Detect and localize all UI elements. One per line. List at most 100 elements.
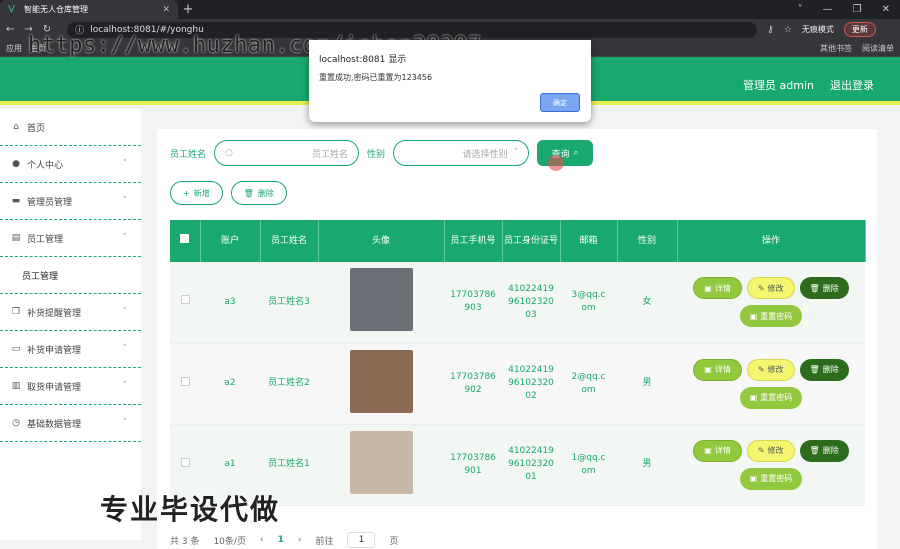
sidebar-item-pickup-request[interactable]: ▥ 取货申请管理 ˅ [0, 368, 141, 405]
cell-gender: 男 [617, 343, 677, 425]
sidebar-item-admin[interactable]: ▬ 管理员管理 ˅ [0, 183, 141, 220]
update-button[interactable]: 更新 [843, 22, 876, 37]
add-button[interactable]: + 新增 [170, 181, 223, 205]
key-icon[interactable]: ⚷ [767, 25, 774, 35]
clipboard-icon: ▤ [11, 233, 21, 243]
detail-button[interactable]: ▣ 详情 [693, 439, 742, 462]
restore-icon[interactable]: ❐ [853, 4, 862, 15]
gender-select[interactable]: 请选择性别 ˅ [393, 140, 530, 166]
detail-icon: ▣ [704, 365, 712, 374]
delete-label: 删除 [822, 446, 839, 455]
edit-icon: ✎ [757, 365, 765, 374]
chevron-down-icon: ˅ [122, 196, 128, 206]
bookmark-apps[interactable]: 应用 [6, 43, 22, 54]
sidebar-item-staff[interactable]: ▤ 员工管理 ˄ [0, 220, 141, 257]
search-icon: ○ [225, 148, 233, 158]
detail-button[interactable]: ▣ 详情 [693, 277, 742, 300]
chevron-down-icon: ˅ [122, 159, 128, 169]
avatar-image[interactable] [349, 349, 413, 413]
sidebar-item-home[interactable]: ⌂ 首页 [0, 109, 141, 146]
sidebar-item-profile[interactable]: ● 个人中心 ˅ [0, 146, 141, 183]
row-select-cell[interactable] [170, 262, 200, 344]
row-checkbox[interactable] [180, 295, 190, 305]
sidebar-item-base-data[interactable]: ◷ 基础数据管理 ˅ [0, 405, 141, 442]
delete-button-label: 删除 [257, 188, 274, 198]
chart-icon: ▥ [11, 381, 21, 391]
delete-row-button[interactable]: 🗑 删除 [799, 439, 849, 462]
query-button[interactable]: 查询 ⌕ [537, 140, 594, 166]
row-select-cell[interactable] [170, 343, 200, 425]
new-tab-icon[interactable]: + [178, 2, 198, 17]
sidebar: ⌂ 首页 ● 个人中心 ˅ ▬ 管理员管理 ˅ ▤ 员工管理 ˄ 员工管理 ❐ … [0, 109, 141, 540]
sidebar-item-restock-reminder[interactable]: ❐ 补货提醒管理 ˅ [0, 294, 141, 331]
dialog-ok-button[interactable]: 确定 [540, 93, 580, 112]
back-icon[interactable]: ← [6, 24, 14, 35]
edit-icon: ✎ [757, 283, 765, 293]
chevron-up-icon: ˄ [122, 233, 128, 243]
reset-password-button[interactable]: ▣ 重置密码 [739, 467, 803, 490]
chevron-down-icon[interactable]: ˅ [798, 4, 803, 15]
reset-icon: ▣ [749, 474, 758, 483]
detail-label: 详情 [714, 283, 731, 293]
total-count: 共 3 条 [170, 536, 200, 547]
close-icon[interactable]: ✕ [162, 5, 170, 15]
cell-account: a3 [200, 262, 260, 344]
user-icon: ● [12, 159, 20, 169]
sidebar-item-restock-request[interactable]: ▭ 补货申请管理 ˅ [0, 331, 141, 368]
clock-icon: ◷ [12, 418, 20, 428]
browser-tab[interactable]: V 智能无人仓库管理 ✕ [0, 0, 178, 19]
content-panel: 员工姓名 ○ 员工姓名 性别 请选择性别 ˅ 查询 ⌕ + 新增 🗑 删除 账户… [157, 129, 877, 549]
prev-page-icon[interactable]: ‹ [260, 535, 264, 545]
search-row: 员工姓名 ○ 员工姓名 性别 请选择性别 ˅ 查询 ⌕ [170, 140, 594, 166]
cell-avatar [318, 262, 444, 344]
reset-password-button[interactable]: ▣ 重置密码 [739, 386, 803, 409]
delete-row-button[interactable]: 🗑 删除 [799, 277, 849, 300]
pagination: 共 3 条 10条/页 ‹ 1 › 前往 1 页 [170, 532, 398, 548]
edit-label: 修改 [767, 365, 784, 374]
add-button-label: 新增 [193, 188, 210, 198]
sidebar-item-label: 个人中心 [27, 160, 64, 171]
avatar-image[interactable] [349, 268, 413, 332]
reset-label: 重置密码 [760, 393, 793, 402]
cell-actions: ▣ 详情 ✎ 修改 🗑 删除 ▣ 重置密码 [677, 424, 865, 506]
detail-icon: ▣ [704, 283, 712, 293]
logout-link[interactable]: 退出登录 [830, 77, 874, 93]
sidebar-item-label: 员工管理 [27, 234, 64, 245]
sidebar-item-label: 取货申请管理 [27, 382, 82, 393]
delete-row-button[interactable]: 🗑 删除 [799, 358, 849, 381]
incognito-label[interactable]: 无痕模式 [802, 24, 834, 35]
sidebar-subitem-staff[interactable]: 员工管理 [0, 257, 141, 294]
reading-list[interactable]: 阅读清单 [862, 43, 894, 54]
cell-email: 3@qq.com [560, 262, 617, 344]
close-window-icon[interactable]: ✕ [882, 4, 890, 15]
detail-label: 详情 [714, 365, 731, 374]
detail-button[interactable]: ▣ 详情 [693, 358, 742, 381]
row-checkbox[interactable] [180, 376, 190, 386]
avatar-image[interactable] [349, 430, 413, 494]
header-gender: 性别 [617, 220, 678, 262]
delete-label: 删除 [822, 283, 839, 293]
cell-email: 2@qq.com [560, 343, 617, 425]
edit-button[interactable]: ✎ 修改 [746, 277, 795, 300]
page-unit-label: 页 [389, 536, 399, 547]
page-jump-input[interactable]: 1 [347, 532, 376, 548]
trash-icon: 🗑 [809, 446, 820, 455]
header-account: 账户 [200, 220, 261, 262]
name-search-input[interactable]: ○ 员工姓名 [214, 140, 360, 166]
bookmark-other[interactable]: 其他书签 [820, 43, 852, 54]
edit-button[interactable]: ✎ 修改 [746, 439, 795, 462]
header-email: 邮箱 [560, 220, 618, 262]
batch-delete-button[interactable]: 🗑 删除 [230, 181, 287, 205]
row-checkbox[interactable] [180, 457, 190, 467]
current-page[interactable]: 1 [278, 535, 284, 545]
reset-password-button[interactable]: ▣ 重置密码 [739, 305, 803, 328]
cell-actions: ▣ 详情 ✎ 修改 🗑 删除 ▣ 重置密码 [677, 262, 865, 344]
minimize-icon[interactable]: — [823, 4, 833, 15]
select-all-cell[interactable] [170, 220, 201, 262]
star-icon[interactable]: ☆ [784, 25, 792, 35]
edit-button[interactable]: ✎ 修改 [746, 358, 795, 381]
next-page-icon[interactable]: › [298, 535, 302, 545]
page-size-select[interactable]: 10条/页 [213, 534, 246, 547]
select-all-checkbox[interactable] [180, 234, 190, 243]
sidebar-item-label: 补货申请管理 [27, 345, 82, 356]
